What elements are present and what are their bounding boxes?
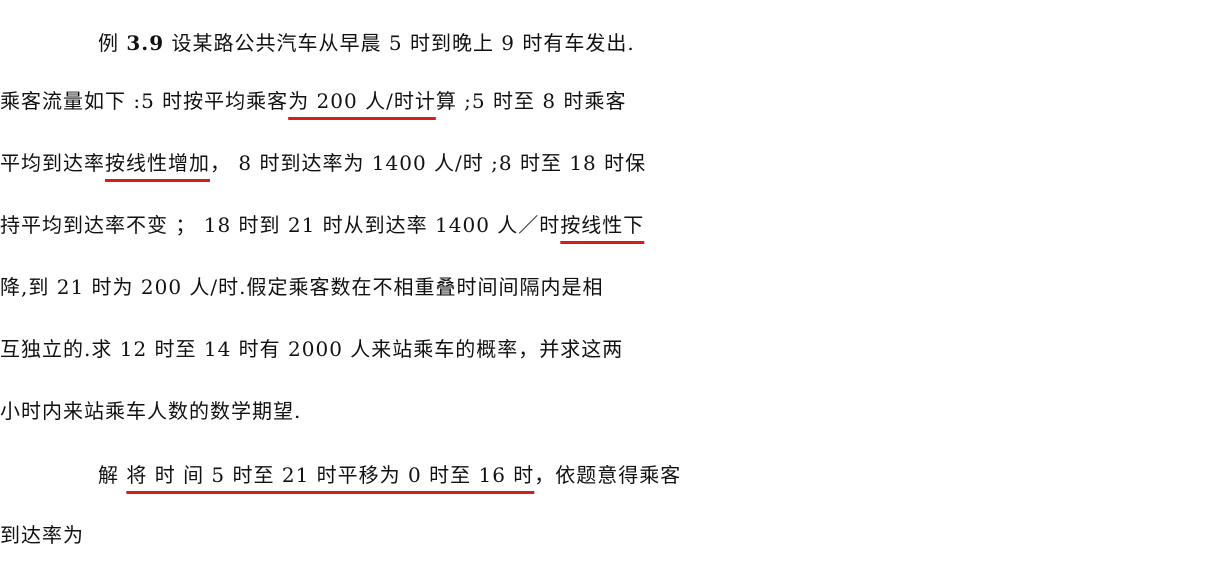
example-label: 例 bbox=[98, 31, 119, 55]
example-line-7: 小时内来站乘车人数的数学期望. bbox=[0, 382, 1209, 440]
example-text-segment: 小时内来站乘车人数的数学期望. bbox=[0, 399, 302, 423]
example-text-segment: 算 ;5 时至 8 时乘客 bbox=[435, 89, 627, 113]
example-line-6: 互独立的.求 12 时至 14 时有 2000 人来站乘车的概率，并求这两 bbox=[0, 320, 1209, 378]
example-line-1: 例 3.9 设某路公共汽车从早晨 5 时到晚上 9 时有车发出. bbox=[0, 14, 1209, 72]
example-text-segment: 平均到达率 bbox=[0, 151, 105, 175]
example-number: 3.9 bbox=[126, 31, 165, 55]
solution-text-segment: 到达率为 bbox=[0, 523, 84, 547]
underlined-text-segment: 为 200 人/时计 bbox=[288, 89, 436, 113]
solution-label: 解 bbox=[98, 463, 119, 487]
underlined-text-segment: 按线性增加 bbox=[105, 151, 210, 175]
example-text-segment: 互独立的.求 12 时至 14 时有 2000 人来站乘车的概率，并求这两 bbox=[0, 337, 624, 361]
solution-line-1: 解 将 时 间 5 时至 21 时平移为 0 时至 16 时，依题意得乘客 bbox=[0, 446, 1209, 504]
solution-text-segment: ，依题意得乘客 bbox=[534, 463, 682, 487]
example-line-4: 持平均到达率不变 ； 18 时到 21 时从到达率 1400 人／时按线性下 bbox=[0, 196, 1209, 254]
solution-line-2: 到达率为 bbox=[0, 506, 1209, 564]
example-text-segment: 设某路公共汽车从早晨 5 时到晚上 9 时有车发出. bbox=[171, 31, 635, 55]
example-line-3: 平均到达率按线性增加， 8 时到达率为 1400 人/时 ;8 时至 18 时保 bbox=[0, 134, 1209, 192]
example-text-segment: 降,到 21 时为 200 人/时.假定乘客数在不相重叠时间间隔内是相 bbox=[0, 275, 604, 299]
textbook-page: 例 3.9 设某路公共汽车从早晨 5 时到晚上 9 时有车发出. 乘客流量如下 … bbox=[0, 0, 1209, 563]
example-line-2: 乘客流量如下 :5 时按平均乘客为 200 人/时计算 ;5 时至 8 时乘客 bbox=[0, 72, 1209, 130]
example-text-segment: 乘客流量如下 :5 时按平均乘客 bbox=[0, 89, 289, 113]
example-text-segment: ， 8 时到达率为 1400 人/时 ;8 时至 18 时保 bbox=[210, 151, 647, 175]
example-text-segment: 持平均到达率不变 ； 18 时到 21 时从到达率 1400 人／时 bbox=[0, 213, 561, 237]
underlined-text-segment: 按线性下 bbox=[560, 213, 645, 237]
underlined-text-segment: 将 时 间 5 时至 21 时平移为 0 时至 16 时 bbox=[126, 463, 535, 487]
example-line-5: 降,到 21 时为 200 人/时.假定乘客数在不相重叠时间间隔内是相 bbox=[0, 258, 1209, 316]
